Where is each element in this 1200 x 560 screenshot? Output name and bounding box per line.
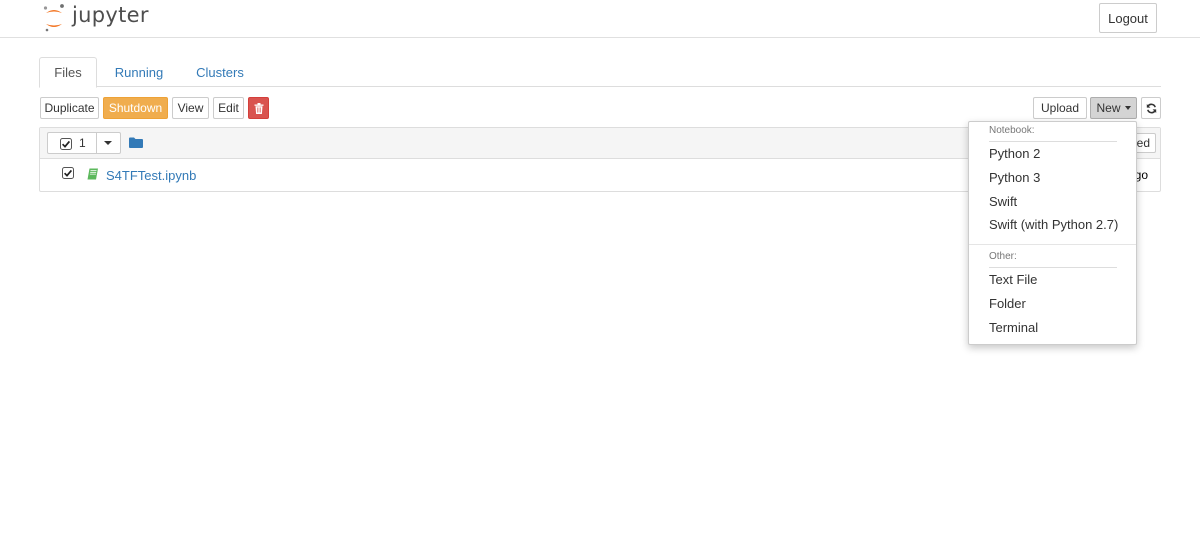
logout-button[interactable]: Logout [1099,3,1157,33]
select-all-checkbox[interactable] [60,138,72,150]
selected-count: 1 [79,136,86,150]
tab-bar: Files Running Clusters [39,57,1161,88]
refresh-button[interactable] [1141,97,1161,119]
section-rule [989,267,1117,268]
logo-text[interactable]: jupyter [72,3,149,27]
menu-item-folder[interactable]: Folder [989,296,1026,311]
tab-files[interactable]: Files [39,57,97,88]
shutdown-button[interactable]: Shutdown [103,97,168,119]
refresh-icon [1146,103,1156,113]
menu-divider [969,244,1136,245]
new-dropdown-menu: Notebook: Python 2 Python 3 Swift Swift … [968,121,1137,345]
trash-icon [254,102,263,114]
new-dropdown-button[interactable]: New [1090,97,1137,119]
menu-item-python-3[interactable]: Python 3 [989,170,1040,185]
menu-item-terminal[interactable]: Terminal [989,320,1038,335]
select-divider [96,133,97,153]
menu-item-swift-python27[interactable]: Swift (with Python 2.7) [989,217,1118,232]
delete-button[interactable] [248,97,269,119]
menu-item-swift[interactable]: Swift [989,194,1017,209]
tab-clusters[interactable]: Clusters [189,57,251,87]
file-link[interactable]: S4TFTest.ipynb [106,168,196,183]
view-button[interactable]: View [172,97,209,119]
tab-running[interactable]: Running [109,57,169,87]
select-all-group[interactable]: 1 [47,132,121,154]
select-menu-caret-icon[interactable] [104,141,112,145]
caret-down-icon [1124,106,1131,110]
header: jupyter Logout [0,0,1200,38]
menu-item-python-2[interactable]: Python 2 [989,146,1040,161]
edit-button[interactable]: Edit [213,97,244,119]
folder-icon[interactable] [129,137,143,148]
section-rule [989,141,1117,142]
other-section-header: Other: [989,251,1017,262]
menu-item-text-file[interactable]: Text File [989,272,1037,287]
notebook-icon [87,168,98,180]
notebook-section-header: Notebook: [989,125,1035,136]
new-button-label: New [1096,101,1121,115]
upload-button[interactable]: Upload [1033,97,1087,119]
row-checkbox[interactable] [62,167,74,179]
duplicate-button[interactable]: Duplicate [40,97,99,119]
